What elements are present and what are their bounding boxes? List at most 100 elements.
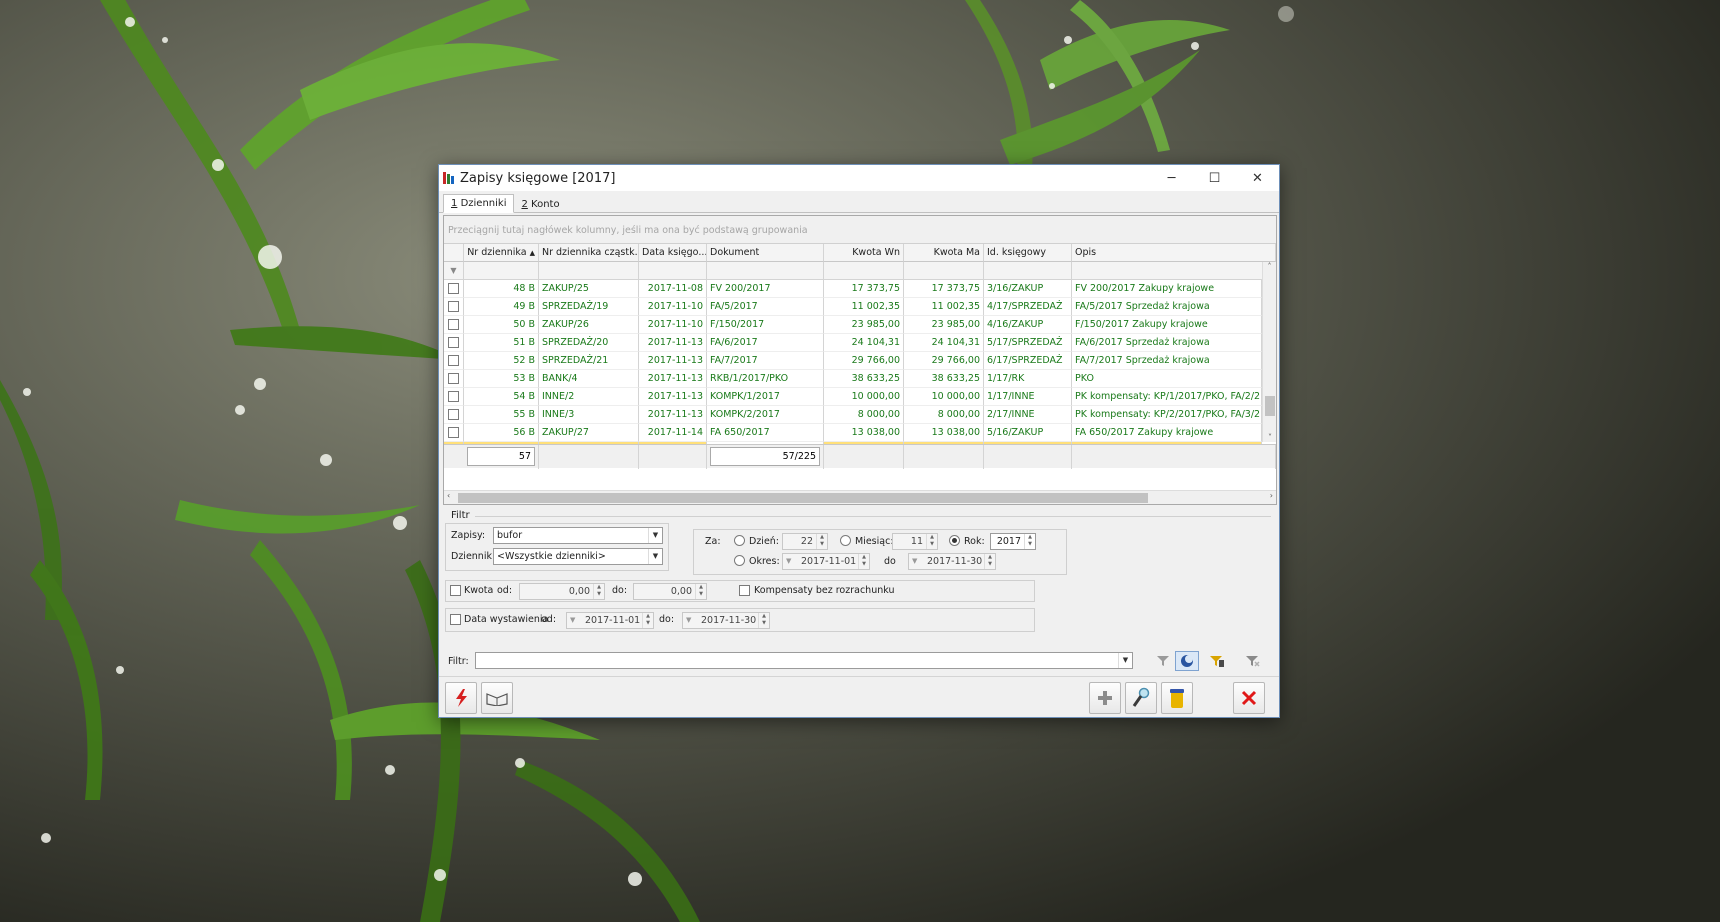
table-row[interactable]: 56 B ZAKUP/27 2017-11-14 FA 650/2017 13 038,…	[444, 424, 1262, 442]
row-filter-cell[interactable]: ▼	[444, 262, 464, 280]
kompensaty-checkbox[interactable]	[739, 585, 750, 596]
spinner-icon[interactable]: ▲ ▼	[642, 613, 653, 628]
maximize-button[interactable]: ☐	[1193, 165, 1236, 191]
row-select[interactable]	[444, 424, 464, 442]
kwota-checkbox[interactable]	[450, 585, 461, 596]
chevron-down-icon: ▼	[570, 616, 576, 624]
row-checkbox[interactable]	[448, 409, 459, 420]
row-checkbox[interactable]	[448, 373, 459, 384]
radio-rok[interactable]	[949, 535, 960, 546]
spinner-icon[interactable]: ▲ ▼	[1024, 534, 1035, 549]
table-row[interactable]: 49 B SPRZEDAŻ/19 2017-11-10 FA/5/2017 11 002…	[444, 298, 1262, 316]
vertical-scroll-thumb[interactable]	[1265, 396, 1275, 416]
close-window-button[interactable]: ✕	[1236, 165, 1279, 191]
col-header-data[interactable]: Data księgo...	[639, 244, 707, 262]
okres-from-input[interactable]: ▼ 2017-11-01 ▲ ▼	[782, 553, 870, 570]
filter-cell[interactable]	[639, 262, 707, 280]
row-select[interactable]	[444, 388, 464, 406]
filter-cell[interactable]	[904, 262, 984, 280]
scroll-right-icon[interactable]: ›	[1270, 491, 1273, 500]
filter-cell[interactable]	[984, 262, 1072, 280]
row-checkbox[interactable]	[448, 391, 459, 402]
tab-konto[interactable]: 2 Konto	[514, 196, 566, 213]
row-checkbox[interactable]	[448, 337, 459, 348]
funnel-button[interactable]	[1151, 651, 1175, 671]
scroll-left-icon[interactable]: ‹	[447, 491, 450, 500]
filter-cell[interactable]	[539, 262, 639, 280]
close-button[interactable]	[1233, 682, 1265, 714]
filter-cell[interactable]	[464, 262, 539, 280]
row-checkbox[interactable]	[448, 427, 459, 438]
dzien-input[interactable]: 22 ▲ ▼	[782, 533, 828, 550]
delete-button[interactable]	[1161, 682, 1193, 714]
cell-czastk: SPRZEDAŻ/20	[539, 334, 639, 352]
filter-cell[interactable]	[824, 262, 904, 280]
moon-filter-button[interactable]	[1175, 651, 1199, 671]
table-row[interactable]: 48 B ZAKUP/25 2017-11-08 FV 200/2017 17 373,…	[444, 280, 1262, 298]
filter-cell[interactable]	[1072, 262, 1276, 280]
add-button[interactable]	[1089, 682, 1121, 714]
radio-okres[interactable]	[734, 555, 745, 566]
data-from-input[interactable]: ▼ 2017-11-01 ▲ ▼	[566, 612, 654, 629]
vertical-scrollbar[interactable]: ˄ ˅	[1262, 262, 1276, 442]
spinner-icon[interactable]: ▲ ▼	[758, 613, 769, 628]
radio-miesiac[interactable]	[840, 535, 851, 546]
col-header-opis[interactable]: Opis	[1072, 244, 1276, 262]
col-header-nr-dziennika[interactable]: Nr dziennika ▲	[464, 244, 539, 262]
title-bar[interactable]: Zapisy księgowe [2017] ─ ☐ ✕	[439, 165, 1279, 191]
row-select[interactable]	[444, 406, 464, 424]
table-row[interactable]: 55 B INNE/3 2017-11-13 KOMPK/2/2017 8 000,00…	[444, 406, 1262, 424]
table-row[interactable]: 51 B SPRZEDAŻ/20 2017-11-13 FA/6/2017 24 104…	[444, 334, 1262, 352]
table-row[interactable]: 50 B ZAKUP/26 2017-11-10 F/150/2017 23 985,0…	[444, 316, 1262, 334]
rok-input[interactable]: 2017 ▲ ▼	[990, 533, 1036, 550]
col-header-nr-czastkowy[interactable]: Nr dziennika cząstk...	[539, 244, 639, 262]
col-header-dokument[interactable]: Dokument	[707, 244, 824, 262]
spinner-icon[interactable]: ▲ ▼	[695, 584, 706, 599]
table-row[interactable]: 52 B SPRZEDAŻ/21 2017-11-13 FA/7/2017 29 766…	[444, 352, 1262, 370]
row-select[interactable]	[444, 334, 464, 352]
kwota-from-input[interactable]: 0,00 ▲ ▼	[519, 583, 605, 600]
row-select[interactable]	[444, 352, 464, 370]
row-checkbox[interactable]	[448, 319, 459, 330]
clear-filter-button[interactable]	[1241, 651, 1265, 671]
tab-dzienniki[interactable]: 1 Dzienniki	[443, 194, 515, 213]
header-select[interactable]	[444, 244, 464, 262]
miesiac-input[interactable]: 11 ▲ ▼	[892, 533, 938, 550]
zapisy-select[interactable]: bufor ▼	[493, 527, 663, 544]
col-header-id-ksiegowy[interactable]: Id. księgowy	[984, 244, 1072, 262]
row-checkbox[interactable]	[448, 355, 459, 366]
spinner-icon[interactable]: ▲ ▼	[593, 584, 604, 599]
col-header-kwota-ma[interactable]: Kwota Ma	[904, 244, 984, 262]
spinner-icon[interactable]: ▲ ▼	[816, 534, 827, 549]
row-select[interactable]	[444, 280, 464, 298]
spinner-icon[interactable]: ▲ ▼	[984, 554, 995, 569]
data-wystawienia-checkbox[interactable]	[450, 614, 461, 625]
row-checkbox[interactable]	[448, 301, 459, 312]
spinner-icon[interactable]: ▲ ▼	[858, 554, 869, 569]
grouping-panel[interactable]: Przeciągnij tutaj nagłówek kolumny, jeśl…	[444, 216, 1276, 244]
spinner-icon[interactable]: ▲ ▼	[926, 534, 937, 549]
dziennik-select[interactable]: <Wszystkie dzienniki> ▼	[493, 548, 663, 565]
filter-edit-button[interactable]	[1205, 651, 1229, 671]
kwota-to-input[interactable]: 0,00 ▲ ▼	[633, 583, 707, 600]
data-to-input[interactable]: ▼ 2017-11-30 ▲ ▼	[682, 612, 770, 629]
row-checkbox[interactable]	[448, 283, 459, 294]
filtr-input[interactable]: ▼	[475, 652, 1133, 669]
filter-cell[interactable]	[707, 262, 824, 280]
col-header-kwota-wn[interactable]: Kwota Wn	[824, 244, 904, 262]
horizontal-scrollbar[interactable]: ‹ ›	[444, 490, 1276, 504]
book-button[interactable]	[481, 682, 513, 714]
horizontal-scroll-thumb[interactable]	[458, 493, 1148, 503]
radio-dzien[interactable]	[734, 535, 745, 546]
row-select[interactable]	[444, 316, 464, 334]
lightning-button[interactable]	[445, 682, 477, 714]
table-row[interactable]: 54 B INNE/2 2017-11-13 KOMPK/1/2017 10 000,0…	[444, 388, 1262, 406]
row-select[interactable]	[444, 298, 464, 316]
row-select[interactable]	[444, 370, 464, 388]
table-row[interactable]: 53 B BANK/4 2017-11-13 RKB/1/2017/PKO 38 633…	[444, 370, 1262, 388]
okres-to-input[interactable]: ▼ 2017-11-30 ▲ ▼	[908, 553, 996, 570]
minimize-button[interactable]: ─	[1150, 165, 1193, 191]
scroll-up-icon[interactable]: ˄	[1263, 262, 1276, 271]
scroll-down-icon[interactable]: ˅	[1263, 433, 1277, 442]
preview-button[interactable]	[1125, 682, 1157, 714]
